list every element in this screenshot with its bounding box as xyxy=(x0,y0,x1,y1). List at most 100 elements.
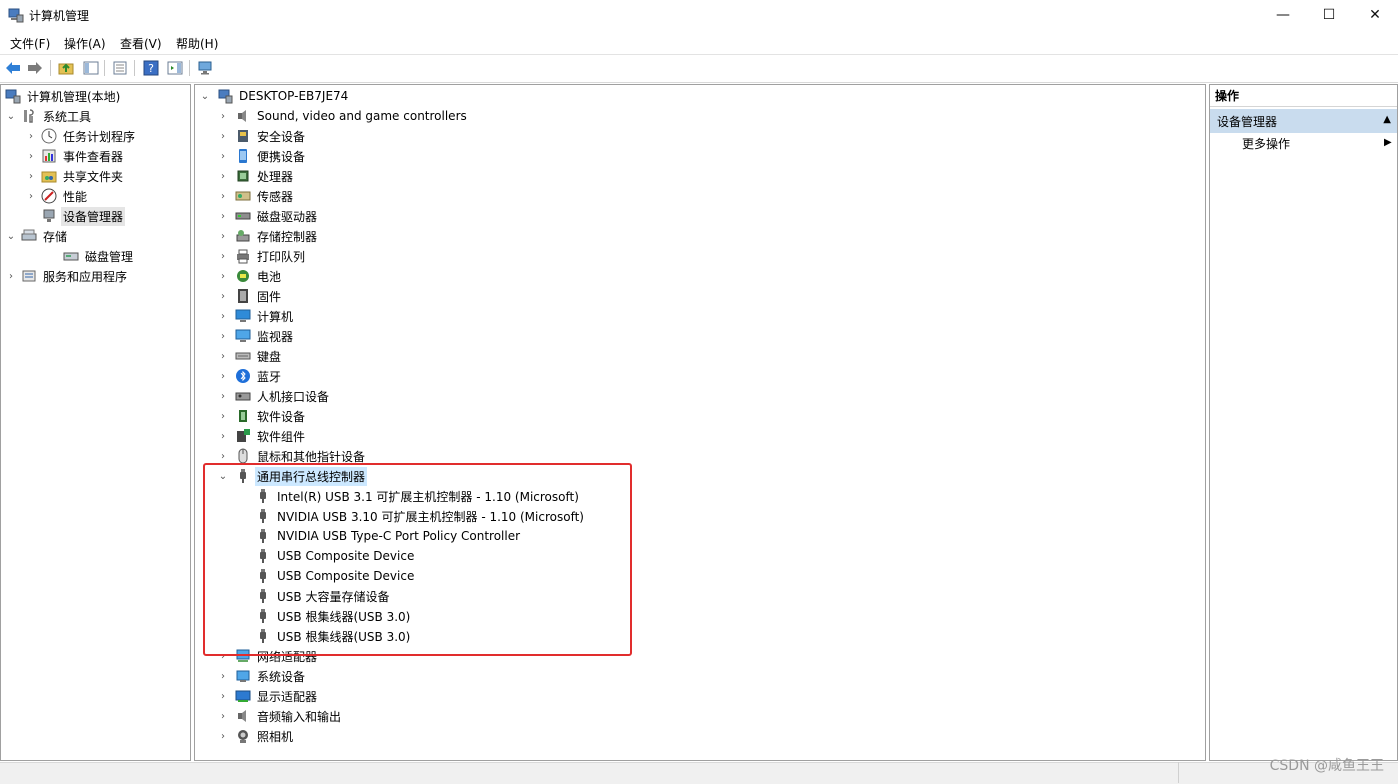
tree-item-device-manager[interactable]: 设备管理器 xyxy=(41,206,126,226)
chevron-right-icon[interactable]: › xyxy=(217,286,229,306)
device-category[interactable]: › 传感器 xyxy=(217,186,295,206)
chevron-right-icon[interactable]: › xyxy=(217,166,229,186)
tree-item-performance[interactable]: › 性能 xyxy=(25,186,89,206)
show-action-pane-icon[interactable] xyxy=(166,59,184,77)
tree-item-label: 磁盘管理 xyxy=(85,249,134,264)
device-category[interactable]: › 固件 xyxy=(217,286,283,306)
computer-root-icon xyxy=(217,88,233,104)
device-category[interactable]: › 安全设备 xyxy=(217,126,307,146)
chevron-right-icon[interactable]: › xyxy=(217,666,229,686)
tree-item-storage[interactable]: ⌄ 存储 xyxy=(5,226,69,246)
properties-icon[interactable] xyxy=(111,59,129,77)
maximize-button[interactable]: ☐ xyxy=(1306,0,1352,30)
tree-item-disk-management[interactable]: 磁盘管理 xyxy=(41,246,135,266)
device-category[interactable]: › 系统设备 xyxy=(217,666,307,686)
close-button[interactable]: ✕ xyxy=(1352,0,1398,30)
chevron-right-icon[interactable]: › xyxy=(217,226,229,246)
chevron-right-icon[interactable]: › xyxy=(25,146,37,166)
more-actions-item[interactable]: 更多操作 xyxy=(1242,135,1290,152)
device-category[interactable]: › 监视器 xyxy=(217,326,295,346)
chevron-down-icon[interactable]: ⌄ xyxy=(5,106,17,126)
device-category[interactable]: › 打印队列 xyxy=(217,246,307,266)
chevron-right-icon[interactable]: › xyxy=(217,146,229,166)
up-folder-icon[interactable] xyxy=(57,59,75,77)
tree-item-system-tools[interactable]: ⌄ 系统工具 xyxy=(5,106,93,126)
menu-help[interactable]: 帮助(H) xyxy=(176,35,218,52)
device-tree-root[interactable]: ⌄ DESKTOP-EB7JE74 xyxy=(199,86,350,106)
navigation-tree-pane[interactable]: 计算机管理(本地) ⌄ 系统工具 › 任务计划程序 › 事件查看器 › 共享文件… xyxy=(0,84,191,761)
device-tree-label: 软件组件 xyxy=(257,429,306,444)
tree-item-label: 系统工具 xyxy=(43,109,92,124)
speaker-icon xyxy=(235,108,251,124)
device-tree-label: 打印队列 xyxy=(257,249,306,264)
camera-icon xyxy=(235,728,251,744)
toolbar: ? xyxy=(0,54,1398,83)
firmware-icon xyxy=(235,288,251,304)
show-hide-tree-icon[interactable] xyxy=(82,59,100,77)
device-category[interactable]: › 音频输入和输出 xyxy=(217,706,343,726)
device-tree-label: 便携设备 xyxy=(257,149,306,164)
software-component-icon xyxy=(235,428,251,444)
actions-section-label: 设备管理器 xyxy=(1217,114,1278,129)
software-device-icon xyxy=(235,408,251,424)
computer-management-icon xyxy=(5,88,21,104)
device-category[interactable]: › 键盘 xyxy=(217,346,283,366)
collapse-up-icon[interactable]: ▲ xyxy=(1383,114,1391,125)
chevron-right-icon[interactable]: › xyxy=(217,266,229,286)
chevron-right-icon[interactable]: › xyxy=(217,206,229,226)
chevron-right-icon[interactable]: › xyxy=(217,106,229,126)
chevron-right-icon[interactable]: › xyxy=(217,126,229,146)
chevron-right-icon[interactable]: › xyxy=(217,686,229,706)
toolbar-separator xyxy=(104,60,105,76)
chevron-right-icon[interactable]: › xyxy=(217,186,229,206)
device-category[interactable]: › 照相机 xyxy=(217,726,295,746)
scan-hardware-icon[interactable] xyxy=(196,59,214,77)
clock-icon xyxy=(41,128,57,144)
device-category[interactable]: › 计算机 xyxy=(217,306,295,326)
device-category[interactable]: › 显示适配器 xyxy=(217,686,319,706)
menu-action[interactable]: 操作(A) xyxy=(64,35,106,52)
device-category[interactable]: › 蓝牙 xyxy=(217,366,283,386)
chevron-right-icon[interactable]: › xyxy=(25,186,37,206)
chevron-right-icon[interactable]: › xyxy=(217,426,229,446)
tree-item-task-scheduler[interactable]: › 任务计划程序 xyxy=(25,126,137,146)
menu-file[interactable]: 文件(F) xyxy=(10,35,50,52)
menu-view[interactable]: 查看(V) xyxy=(120,35,162,52)
forward-arrow-icon[interactable] xyxy=(26,59,44,77)
tree-item-services[interactable]: › 服务和应用程序 xyxy=(5,266,129,286)
chevron-right-icon[interactable]: › xyxy=(25,126,37,146)
minimize-button[interactable]: — xyxy=(1260,0,1306,30)
device-tree-label: 监视器 xyxy=(257,329,294,344)
device-category[interactable]: › 处理器 xyxy=(217,166,295,186)
device-category[interactable]: › 便携设备 xyxy=(217,146,307,166)
chevron-right-icon[interactable]: › xyxy=(217,346,229,366)
chevron-right-icon[interactable]: › xyxy=(217,386,229,406)
chevron-right-icon[interactable]: › xyxy=(217,246,229,266)
device-category[interactable]: › 电池 xyxy=(217,266,283,286)
chevron-down-icon[interactable]: ⌄ xyxy=(199,86,211,106)
chevron-right-icon[interactable]: › xyxy=(25,166,37,186)
tree-item-shared-folders[interactable]: › 共享文件夹 xyxy=(25,166,125,186)
tree-item-label: 性能 xyxy=(63,189,88,204)
device-category[interactable]: › 磁盘驱动器 xyxy=(217,206,319,226)
device-tree-label: 存储控制器 xyxy=(257,229,318,244)
tree-item-event-viewer[interactable]: › 事件查看器 xyxy=(25,146,125,166)
help-icon[interactable]: ? xyxy=(142,59,160,77)
device-category[interactable]: › 人机接口设备 xyxy=(217,386,331,406)
device-category[interactable]: › 存储控制器 xyxy=(217,226,319,246)
device-tree-pane[interactable]: ⌄ DESKTOP-EB7JE74 › Sound, video and game c… xyxy=(194,84,1206,761)
chevron-right-icon[interactable]: › xyxy=(217,726,229,746)
actions-section-device-manager[interactable]: 设备管理器 ▲ xyxy=(1210,109,1397,133)
device-category[interactable]: › 软件组件 xyxy=(217,426,307,446)
chevron-right-icon[interactable]: › xyxy=(217,366,229,386)
chevron-right-icon[interactable]: › xyxy=(5,266,17,286)
device-category[interactable]: › Sound, video and game controllers xyxy=(217,106,469,126)
chevron-down-icon[interactable]: ⌄ xyxy=(5,226,17,246)
tree-root[interactable]: 计算机管理(本地) xyxy=(5,86,122,106)
device-category[interactable]: › 软件设备 xyxy=(217,406,307,426)
chevron-right-icon[interactable]: › xyxy=(217,326,229,346)
chevron-right-icon[interactable]: › xyxy=(217,706,229,726)
chevron-right-icon[interactable]: › xyxy=(217,406,229,426)
chevron-right-icon[interactable]: › xyxy=(217,306,229,326)
back-arrow-icon[interactable] xyxy=(4,59,22,77)
